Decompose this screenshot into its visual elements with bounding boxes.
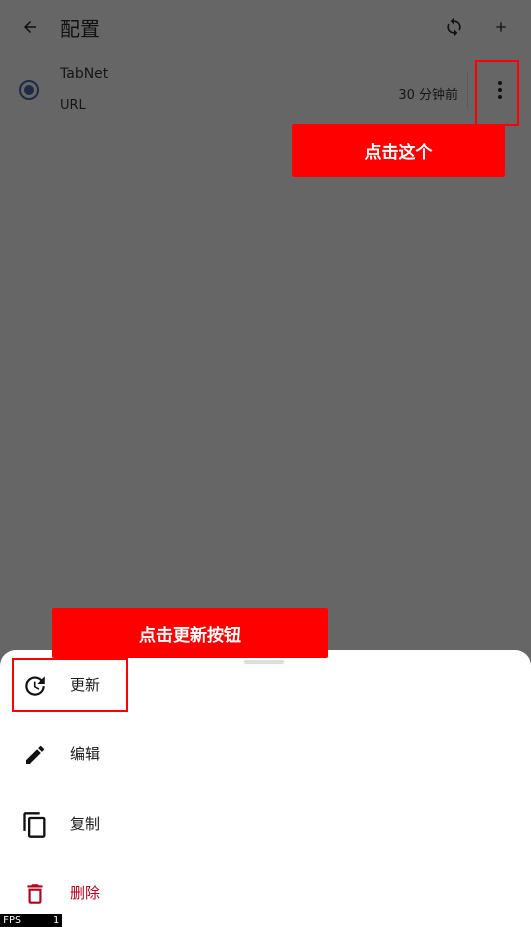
profile-name: TabNet <box>60 66 109 82</box>
annotation-click-this: 点击这个 <box>292 124 505 177</box>
divider <box>467 72 468 108</box>
highlight-update-item <box>12 658 128 712</box>
profile-type: URL <box>60 98 86 113</box>
profile-item[interactable]: TabNet URL 30 分钟前 <box>0 58 531 122</box>
copy-icon <box>20 810 50 840</box>
arrow-back-icon <box>24 21 36 33</box>
annotation-click-update: 点击更新按钮 <box>52 608 328 658</box>
menu-item-label: 删除 <box>70 884 101 902</box>
add-button[interactable] <box>485 11 517 43</box>
page-title: 配置 <box>60 17 100 41</box>
fps-value: 1 <box>52 915 59 926</box>
profile-updated-time: 30 分钟前 <box>398 88 458 103</box>
menu-item-label: 复制 <box>70 815 101 833</box>
fps-counter: FPS 1 <box>0 914 62 927</box>
profile-radio[interactable] <box>19 80 39 100</box>
radio-selected-dot <box>24 85 34 95</box>
sync-button[interactable] <box>438 11 470 43</box>
sync-icon <box>447 17 461 37</box>
back-button[interactable] <box>14 11 46 43</box>
plus-icon <box>496 22 506 32</box>
edit-pencil-icon <box>20 740 50 770</box>
fps-label: FPS <box>3 915 22 926</box>
top-app-bar: 配置 <box>0 0 531 54</box>
menu-item-delete[interactable]: 删除 <box>0 863 531 923</box>
menu-item-copy[interactable]: 复制 <box>0 794 531 854</box>
menu-item-label: 编辑 <box>70 745 101 763</box>
delete-trash-icon <box>20 879 50 909</box>
menu-item-edit[interactable]: 编辑 <box>0 724 531 784</box>
highlight-more-button <box>475 60 519 126</box>
